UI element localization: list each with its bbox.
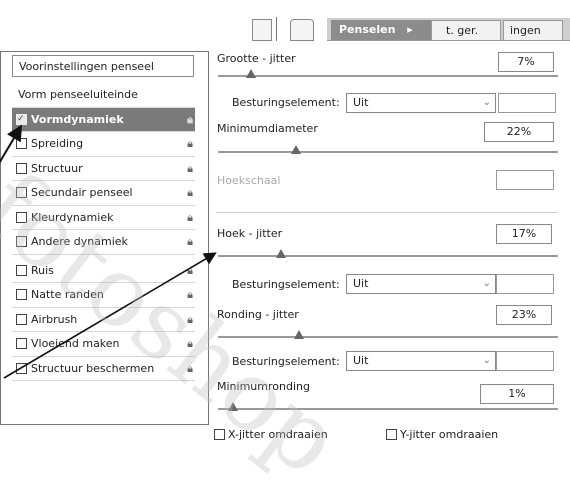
arrow-vormdynamiek bbox=[0, 124, 23, 164]
arrow-hoek-jitter bbox=[3, 252, 217, 379]
annotation-arrows bbox=[0, 124, 217, 379]
